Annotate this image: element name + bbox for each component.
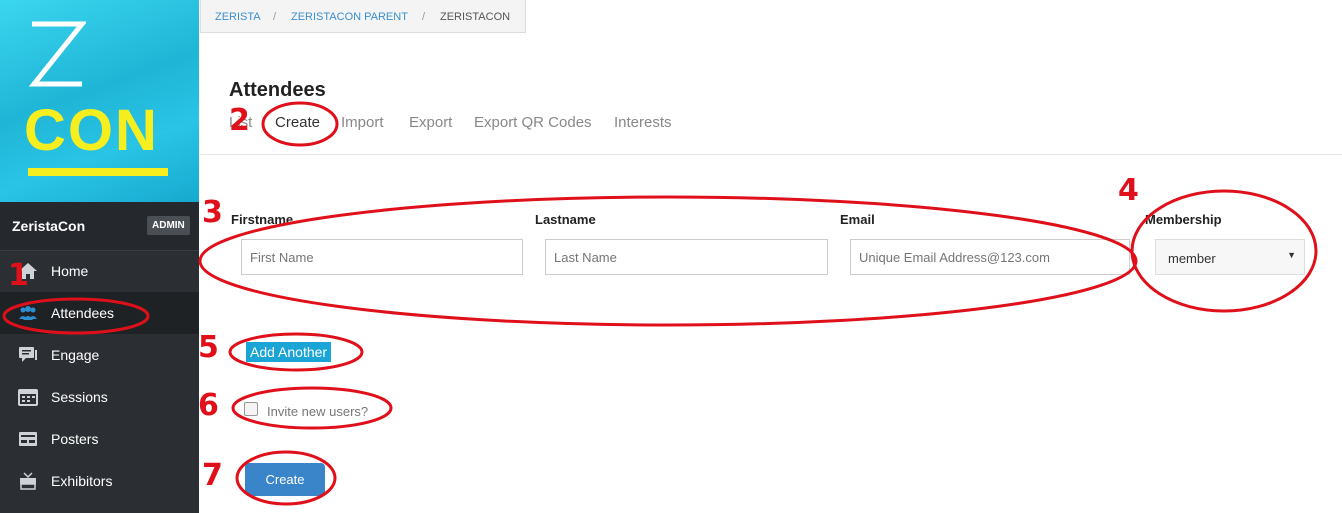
email-field[interactable] — [850, 239, 1130, 275]
annotation-number: 5 — [198, 330, 219, 365]
role-badge: ADMIN — [147, 216, 190, 235]
sidebar-item-engage[interactable]: Engage — [0, 334, 199, 376]
firstname-field[interactable] — [241, 239, 523, 275]
header-divider — [200, 154, 1342, 155]
sidebar-item-sessions[interactable]: Sessions — [0, 376, 199, 418]
annotation-number: 1 — [8, 258, 29, 293]
org-name: ZeristaCon — [12, 218, 86, 234]
logo-text: CON — [24, 98, 159, 163]
tab-export[interactable]: Export — [409, 114, 452, 131]
annotation-number: 7 — [202, 458, 223, 493]
sidebar-item-label: Attendees — [51, 305, 115, 321]
sidebar-item-label: Home — [51, 263, 89, 279]
email-label: Email — [840, 212, 875, 227]
caret-down-icon: ▼ — [1287, 250, 1296, 260]
logo-z-mark — [28, 21, 86, 87]
exhibitor-icon — [20, 472, 36, 490]
membership-value: member — [1168, 251, 1216, 266]
annotation-number: 2 — [229, 103, 250, 138]
sidebar-nav: Home Attendees Engage Sessions Posters E… — [0, 250, 199, 502]
sidebar-item-label: Engage — [51, 347, 100, 363]
chat-icon — [19, 347, 37, 362]
tab-create[interactable]: Create — [275, 114, 320, 131]
org-header: ZeristaCon ADMIN — [0, 202, 199, 251]
annotation-number: 3 — [202, 195, 223, 230]
sidebar-item-label: Posters — [51, 431, 99, 447]
breadcrumb-separator: / — [273, 11, 277, 23]
event-logo[interactable]: CON — [0, 0, 199, 202]
tab-export-qr-codes[interactable]: Export QR Codes — [474, 114, 592, 131]
membership-select[interactable]: member ▼ — [1155, 239, 1305, 275]
page-title: Attendees — [229, 79, 326, 101]
sidebar-item-posters[interactable]: Posters — [0, 418, 199, 460]
calendar-icon — [18, 389, 38, 406]
annotation-number: 6 — [198, 388, 219, 423]
sidebar-item-label: Sessions — [51, 389, 108, 405]
breadcrumb-item-current: ZERISTACON — [440, 11, 511, 23]
breadcrumb-item-zerista[interactable]: ZERISTA — [215, 11, 261, 23]
breadcrumb-separator: / — [422, 11, 426, 23]
tab-import[interactable]: Import — [341, 114, 384, 131]
breadcrumb-item-parent[interactable]: ZERISTACON PARENT — [291, 11, 408, 23]
invite-checkbox[interactable] — [244, 402, 258, 416]
sidebar: CON ZeristaCon ADMIN Home Attendees Enga… — [0, 0, 199, 513]
breadcrumb: ZERISTA / ZERISTACON PARENT / ZERISTACON — [200, 0, 526, 33]
lastname-field[interactable] — [545, 239, 828, 275]
tab-interests[interactable]: Interests — [614, 114, 672, 131]
sidebar-item-home[interactable]: Home — [0, 250, 199, 292]
add-another-button[interactable]: Add Another — [246, 342, 332, 362]
logo-underline — [28, 168, 168, 176]
users-icon — [19, 306, 37, 320]
create-button[interactable]: Create — [245, 463, 325, 496]
poster-icon — [19, 432, 37, 446]
annotation-number: 4 — [1118, 173, 1139, 208]
invite-label: Invite new users? — [267, 404, 369, 419]
lastname-label: Lastname — [535, 212, 596, 227]
firstname-label: Firstname — [231, 212, 294, 227]
sidebar-item-label: Exhibitors — [51, 473, 113, 489]
sidebar-item-attendees[interactable]: Attendees — [0, 292, 199, 334]
membership-label: Membership — [1145, 212, 1222, 227]
sidebar-item-exhibitors[interactable]: Exhibitors — [0, 460, 199, 502]
